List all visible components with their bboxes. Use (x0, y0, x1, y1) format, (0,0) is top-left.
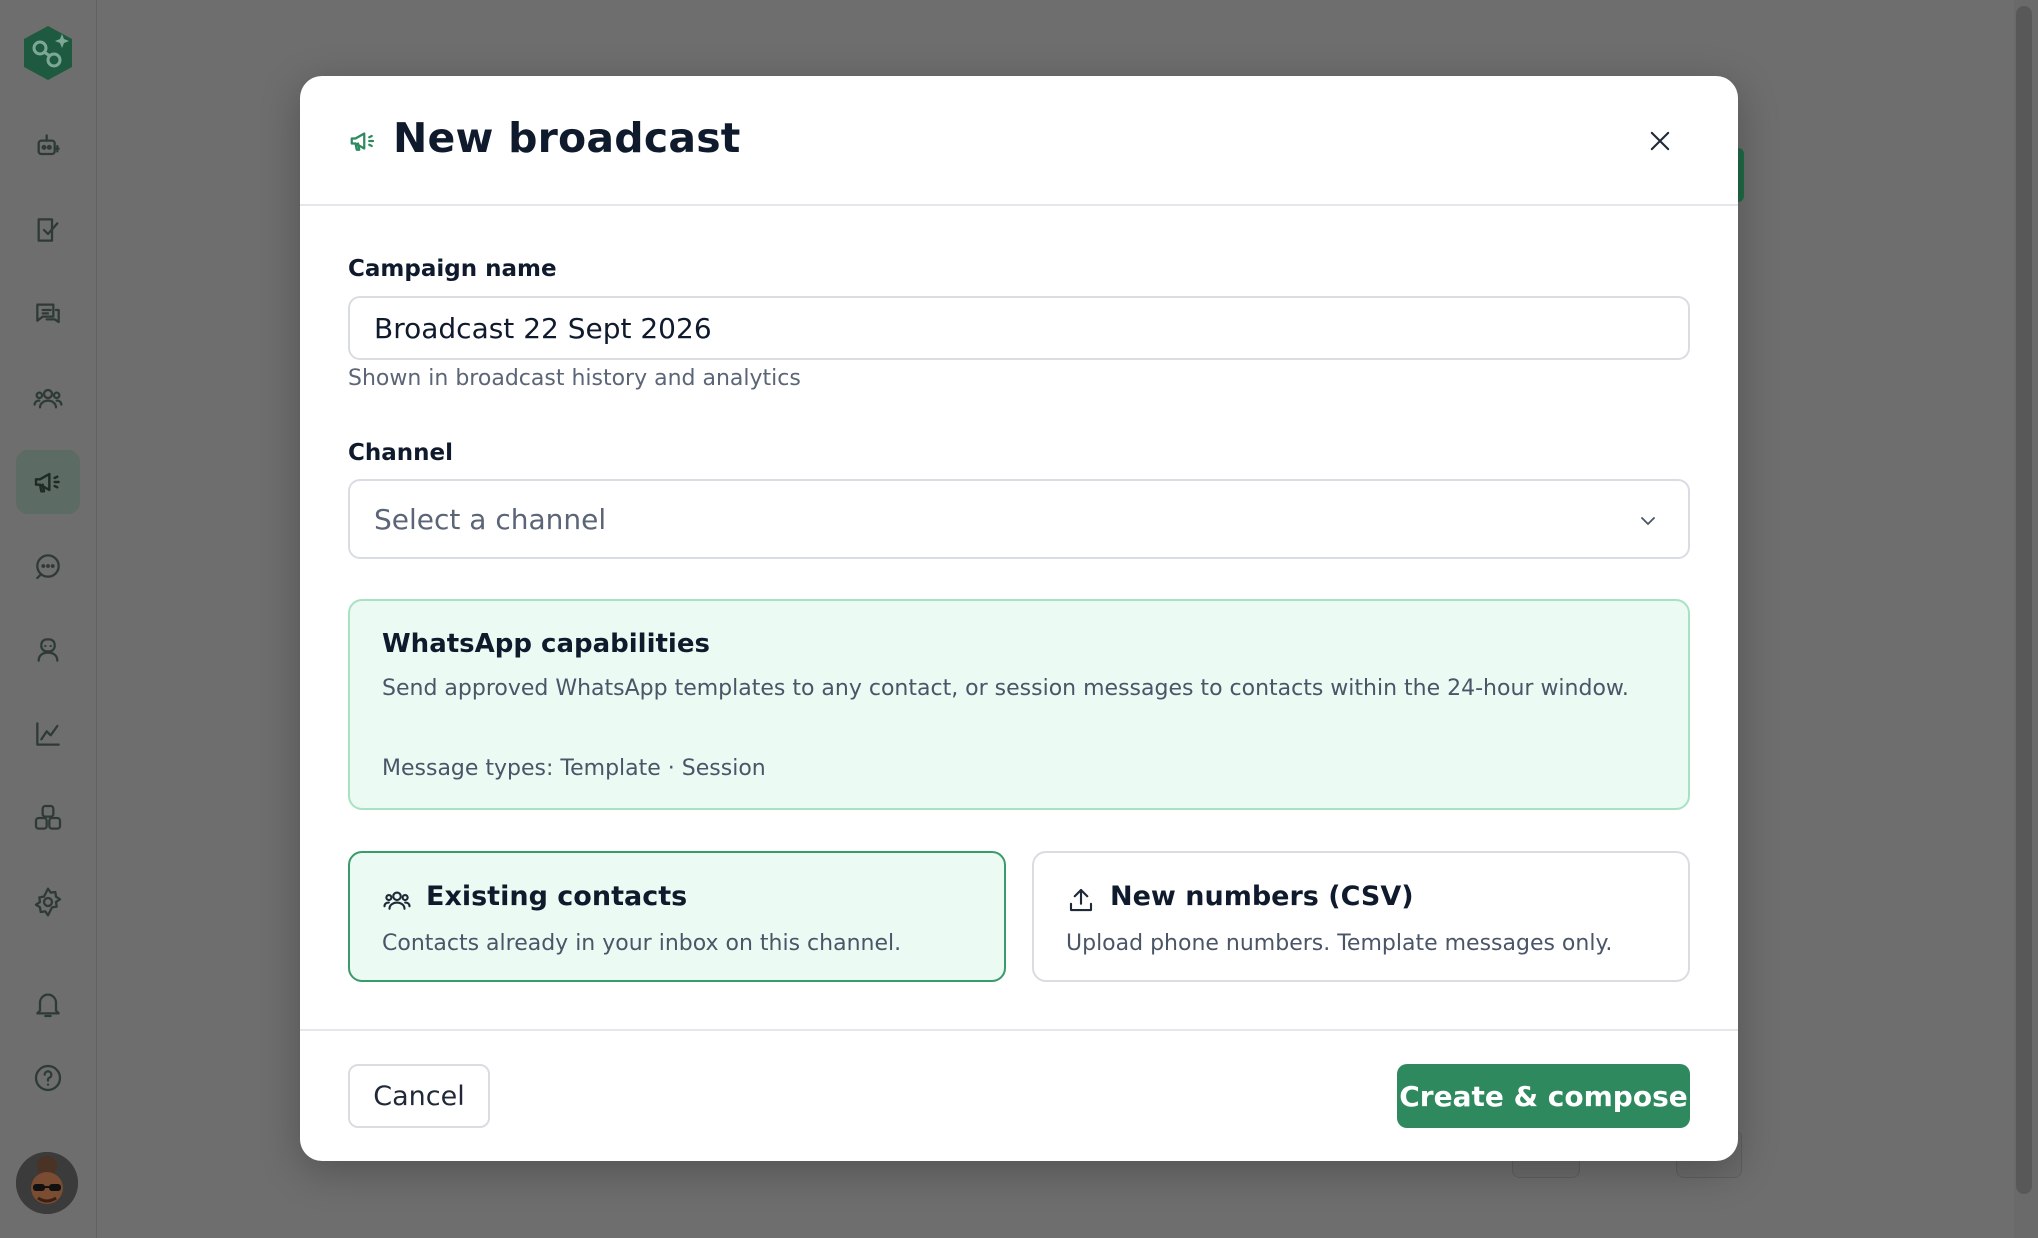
help-icon (34, 1064, 62, 1092)
user-avatar[interactable] (16, 1152, 78, 1214)
csv-upload-description: Upload phone numbers. Template messages … (1066, 931, 1613, 956)
bot-icon (37, 134, 60, 156)
channel-select-placeholder: Select a channel (374, 502, 607, 536)
campaign-name-label: Campaign name (348, 256, 557, 282)
existing-contacts-title: Existing contacts (426, 881, 688, 912)
analytics-icon (36, 722, 60, 746)
nav-settings[interactable] (16, 870, 80, 934)
page-scrollbar-thumb[interactable] (2016, 6, 2032, 1194)
megaphone-icon (34, 472, 60, 493)
nav-help[interactable] (16, 1046, 80, 1110)
message-dots-icon (36, 554, 60, 580)
nav-notifications[interactable] (16, 972, 80, 1036)
audience-option-existing-contacts[interactable]: Existing contacts Contacts already in yo… (348, 851, 1006, 982)
whatsapp-capabilities-panel: WhatsApp capabilities Send approved What… (348, 599, 1690, 810)
campaign-name-input[interactable] (348, 296, 1690, 360)
nav-broadcasts[interactable] (16, 450, 80, 514)
nav-tasks[interactable] (16, 198, 80, 262)
nav-analytics[interactable] (16, 702, 80, 766)
close-button[interactable] (1640, 121, 1680, 161)
cancel-button[interactable]: Cancel (348, 1064, 490, 1128)
capabilities-title: WhatsApp capabilities (382, 629, 710, 659)
nav-messages[interactable] (16, 534, 80, 598)
bell-icon (36, 993, 60, 1018)
upload-icon (1069, 888, 1093, 912)
chat-bubbles-icon (36, 303, 60, 324)
settings-icon (34, 887, 62, 917)
megaphone-icon (350, 132, 375, 151)
contacts-icon (33, 388, 63, 409)
app-logo-icon[interactable] (22, 24, 74, 82)
sidebar (0, 0, 97, 1238)
audience-option-csv-upload[interactable]: New numbers (CSV) Upload phone numbers. … (1032, 851, 1690, 982)
existing-contacts-description: Contacts already in your inbox on this c… (382, 931, 902, 956)
contacts-icon (383, 891, 411, 910)
csv-upload-title: New numbers (CSV) (1110, 881, 1414, 912)
dialog-title: New broadcast (393, 114, 741, 162)
agent-icon (37, 638, 59, 662)
dialog-header: New broadcast (300, 76, 1738, 206)
capabilities-message-types: Message types: Template · Session (382, 756, 766, 781)
close-icon (1650, 131, 1670, 151)
campaign-name-helper: Shown in broadcast history and analytics (348, 366, 801, 391)
integrations-icon (34, 804, 62, 830)
nav-agents[interactable] (16, 618, 80, 682)
nav-conversations[interactable] (16, 282, 80, 346)
channel-label: Channel (348, 440, 454, 466)
chevron-down-icon (1641, 517, 1655, 525)
new-broadcast-dialog: New broadcast Campaign name Shown in bro… (300, 76, 1738, 1161)
create-and-compose-button[interactable]: Create & compose (1397, 1064, 1690, 1128)
clipboard-check-icon (37, 218, 59, 242)
nav-bots[interactable] (16, 114, 80, 178)
capabilities-description: Send approved WhatsApp templates to any … (382, 676, 1629, 701)
dialog-footer: Cancel Create & compose (300, 1029, 1738, 1161)
nav-contacts[interactable] (16, 366, 80, 430)
nav-integrations[interactable] (16, 786, 80, 850)
channel-select[interactable]: Select a channel (348, 479, 1690, 559)
